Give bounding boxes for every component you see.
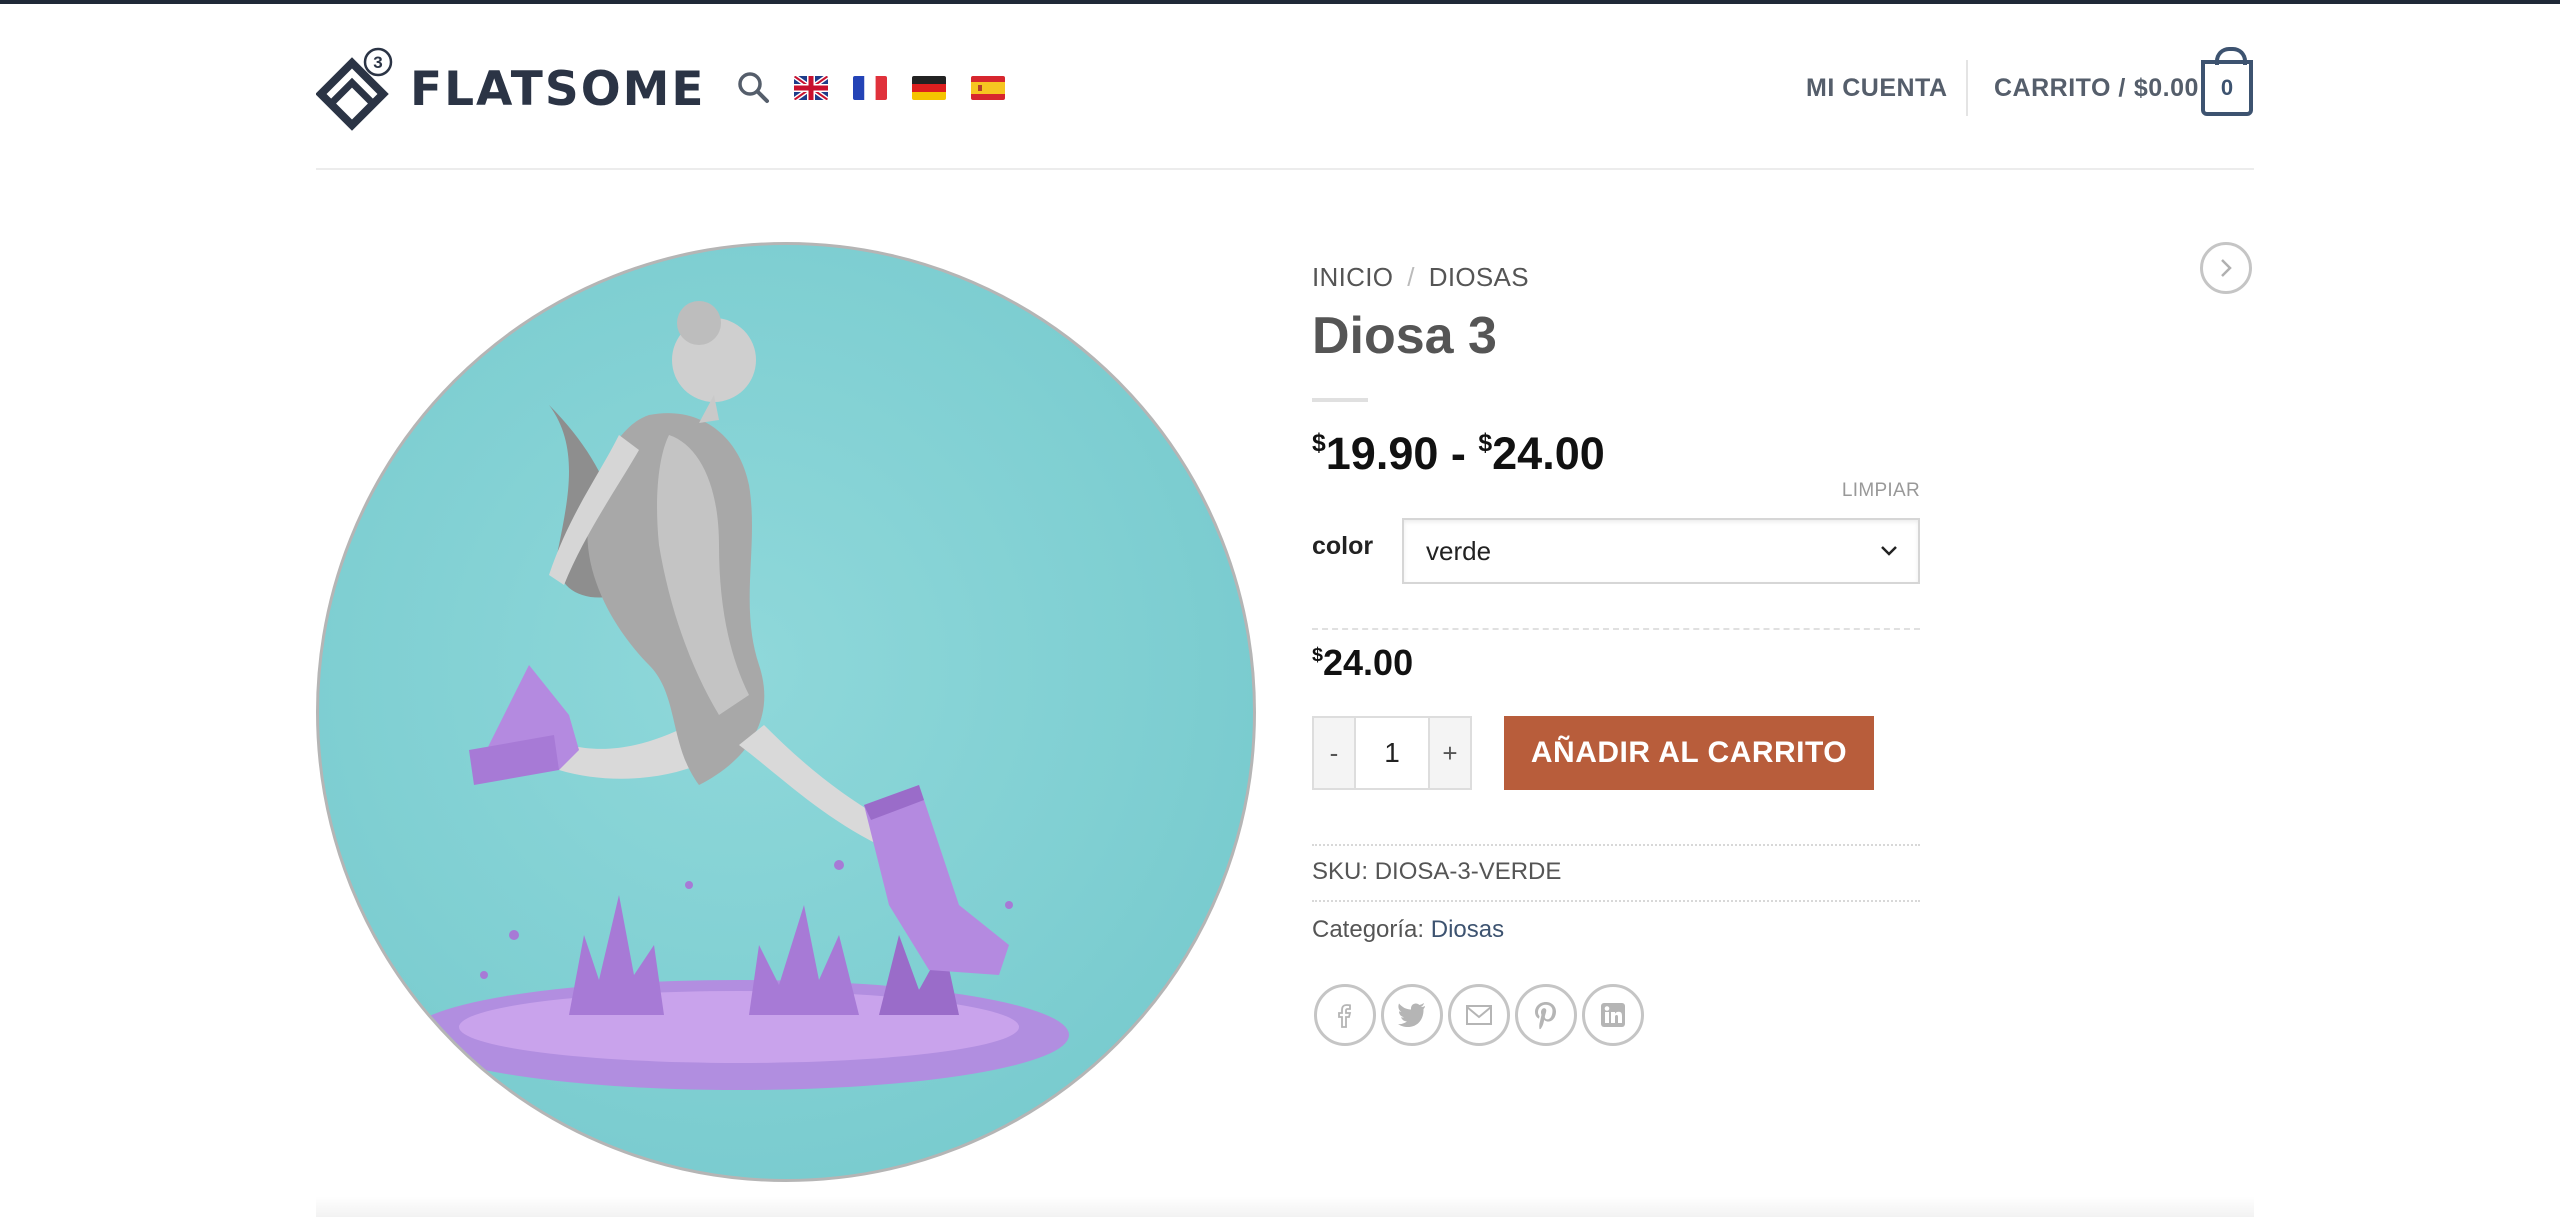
price-to: 24.00 — [1492, 428, 1605, 479]
share-icons — [1314, 984, 1644, 1046]
product-title: Diosa 3 — [1312, 307, 1497, 365]
color-select[interactable]: verde — [1402, 518, 1920, 584]
cart-count-icon[interactable]: 0 — [2201, 47, 2253, 116]
breadcrumb-separator: / — [1407, 262, 1415, 292]
cart-label: CARRITO / — [1994, 74, 2126, 102]
facebook-icon[interactable] — [1314, 984, 1376, 1046]
quantity-minus-button[interactable]: - — [1312, 716, 1356, 790]
price-from-currency: $ — [1312, 430, 1326, 457]
site-header: 3 FLATSOME MI CUENTA CARRITO / $0.00 0 — [315, 4, 2254, 170]
search-icon[interactable] — [736, 70, 770, 104]
quantity-plus-button[interactable]: + — [1428, 716, 1472, 790]
breadcrumb-home[interactable]: INICIO — [1312, 262, 1393, 293]
title-divider — [1312, 398, 1368, 402]
sku-meta: SKU: DIOSA-3-VERDE — [1312, 858, 1561, 886]
flag-de-icon[interactable] — [912, 76, 946, 100]
meta-divider — [1312, 900, 1920, 902]
chevron-down-icon — [1881, 546, 1897, 556]
price-range: $ 19.90 - $ 24.00 — [1312, 428, 1605, 480]
site-logo[interactable]: 3 FLATSOME — [315, 46, 706, 132]
linkedin-icon[interactable] — [1582, 984, 1644, 1046]
sku-value: DIOSA-3-VERDE — [1374, 858, 1562, 885]
price-from: 19.90 — [1325, 428, 1439, 479]
quantity-input[interactable]: 1 — [1356, 716, 1428, 790]
variation-price-value: 24.00 — [1323, 642, 1414, 683]
price-to-currency: $ — [1478, 430, 1493, 457]
product-image[interactable] — [316, 242, 1256, 1182]
cart-count: 0 — [2220, 75, 2234, 100]
email-icon[interactable] — [1448, 984, 1510, 1046]
reset-variations-link[interactable]: LIMPIAR — [1840, 480, 1920, 502]
color-select-value: verde — [1426, 535, 1492, 566]
cart-total: $0.00 — [2133, 74, 2199, 102]
cart-link[interactable]: CARRITO / $0.00 — [1994, 74, 2199, 103]
variation-price: $ 24.00 — [1312, 642, 1413, 684]
flag-uk-icon[interactable] — [794, 76, 828, 100]
meta-divider — [1312, 844, 1920, 846]
chevron-right-icon — [2221, 259, 2232, 277]
color-attribute-label: color — [1312, 532, 1374, 560]
nav-divider — [1966, 60, 1968, 116]
category-meta: Categoría: Diosas — [1312, 916, 1504, 944]
logo-text: FLATSOME — [410, 61, 706, 117]
footer-shadow — [316, 1196, 2254, 1217]
breadcrumb-category[interactable]: DIOSAS — [1429, 262, 1529, 293]
price-range-separator: - — [1438, 428, 1479, 479]
logo-mark-icon: 3 — [315, 46, 394, 132]
twitter-icon[interactable] — [1381, 984, 1443, 1046]
logo-badge: 3 — [373, 53, 382, 72]
breadcrumb: INICIO / DIOSAS — [1312, 262, 1529, 293]
category-label: Categoría: — [1312, 916, 1425, 943]
sku-label: SKU: — [1312, 858, 1369, 885]
category-link[interactable]: Diosas — [1431, 916, 1504, 943]
quantity-stepper: - 1 + — [1312, 716, 1472, 790]
flag-es-icon[interactable] — [971, 76, 1005, 100]
variation-price-currency: $ — [1312, 644, 1324, 666]
add-to-cart-button[interactable]: AÑADIR AL CARRITO — [1504, 716, 1874, 790]
my-account-link[interactable]: MI CUENTA — [1806, 74, 1948, 103]
variation-divider — [1312, 628, 1920, 630]
next-product-button[interactable] — [2200, 242, 2252, 294]
flag-fr-icon[interactable] — [853, 76, 887, 100]
pinterest-icon[interactable] — [1515, 984, 1577, 1046]
